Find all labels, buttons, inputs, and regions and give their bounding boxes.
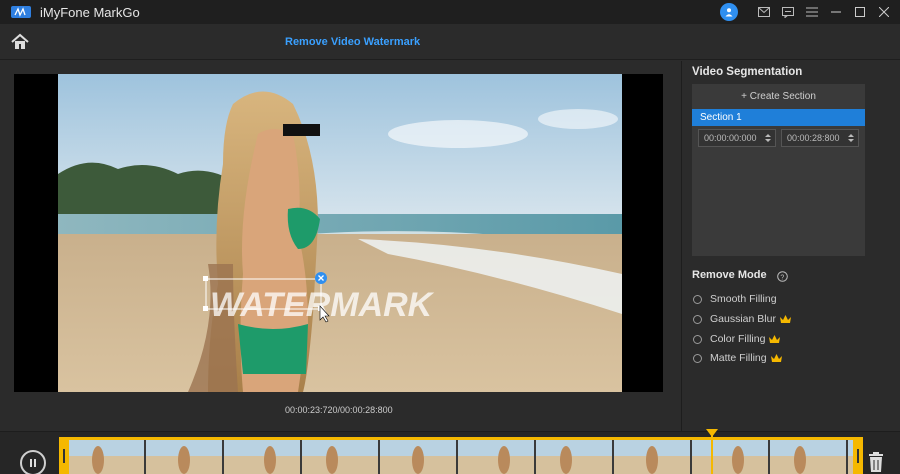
title-bar: iMyFone MarkGo: [0, 0, 900, 24]
panel-divider: [681, 61, 682, 431]
pause-icon: [30, 459, 36, 467]
timeline-frame: [458, 440, 534, 474]
start-time-value: 00:00:00:000: [704, 133, 757, 143]
home-icon[interactable]: [10, 32, 30, 52]
help-icon[interactable]: ?: [777, 269, 788, 282]
timeline-strip[interactable]: [59, 437, 863, 474]
watermark-text: WATERMARK: [210, 286, 435, 324]
timeline-frame: [536, 440, 612, 474]
timeline-frame: [146, 440, 222, 474]
trim-handle-right[interactable]: [853, 437, 863, 474]
trash-icon[interactable]: [867, 452, 885, 472]
app-window: iMyFone MarkGo Remove Video Watermark WA…: [0, 0, 900, 474]
message-icon[interactable]: [776, 0, 800, 24]
timeline-frame: [770, 440, 846, 474]
mode-option-color-filling[interactable]: Color Filling: [693, 331, 781, 347]
section-item[interactable]: Section 1: [692, 109, 865, 126]
time-readout: 00:00:23:720/00:00:28:800: [285, 405, 393, 415]
remove-mode-title: Remove Mode: [692, 269, 767, 281]
timeline-frame: [302, 440, 378, 474]
mode-option-label: Matte Filling: [710, 352, 767, 364]
crown-icon: [779, 314, 791, 323]
end-time-value: 00:00:28:800: [787, 133, 840, 143]
timeline-frame: [614, 440, 690, 474]
mail-icon[interactable]: [752, 0, 776, 24]
selection-handle: [203, 306, 208, 311]
pause-button[interactable]: [20, 450, 46, 474]
maximize-icon[interactable]: [848, 0, 872, 24]
markgo-logo-icon: [10, 5, 32, 19]
video-preview[interactable]: WATERMARK: [14, 74, 663, 392]
timeline-frame: [692, 440, 768, 474]
playhead-marker-icon: [706, 429, 718, 437]
radio-button[interactable]: [693, 334, 702, 344]
spinner-icon: [765, 134, 771, 142]
timeline-frame: [380, 440, 456, 474]
radio-button[interactable]: [693, 294, 702, 304]
start-time-field[interactable]: 00:00:00:000: [698, 129, 776, 147]
mode-option-label: Smooth Filling: [710, 293, 777, 305]
svg-text:?: ?: [780, 274, 784, 281]
segmentation-panel: + Create Section Section 1 00:00:00:000 …: [692, 84, 865, 256]
radio-button[interactable]: [693, 314, 702, 324]
radio-button[interactable]: [693, 353, 702, 363]
segmentation-title: Video Segmentation: [692, 66, 803, 78]
selection-handle: [203, 276, 208, 281]
mode-option-matte-filling[interactable]: Matte Filling: [693, 350, 782, 366]
page-title: Remove Video Watermark: [285, 36, 421, 48]
app-title: iMyFone MarkGo: [40, 4, 140, 20]
create-section-button[interactable]: + Create Section: [692, 86, 865, 106]
thumbnail-frames: [68, 440, 860, 474]
mode-option-label: Color Filling: [710, 333, 766, 345]
minimize-icon[interactable]: [824, 0, 848, 24]
mode-option-gaussian-blur[interactable]: Gaussian Blur: [693, 311, 791, 327]
mode-option-smooth-filling[interactable]: Smooth Filling: [693, 291, 777, 307]
crown-icon: [769, 334, 781, 343]
page-header: Remove Video Watermark: [0, 24, 900, 60]
end-time-field[interactable]: 00:00:28:800: [781, 129, 859, 147]
spinner-icon: [848, 134, 854, 142]
video-frame: WATERMARK: [58, 74, 622, 392]
menu-icon[interactable]: [800, 0, 824, 24]
mode-option-label: Gaussian Blur: [710, 313, 776, 325]
trim-handle-left[interactable]: [59, 437, 69, 474]
close-icon[interactable]: [872, 0, 896, 24]
crown-icon: [770, 353, 782, 362]
timeline-frame: [224, 440, 300, 474]
user-avatar-icon[interactable]: [720, 3, 738, 21]
timeline-frame: [68, 440, 144, 474]
